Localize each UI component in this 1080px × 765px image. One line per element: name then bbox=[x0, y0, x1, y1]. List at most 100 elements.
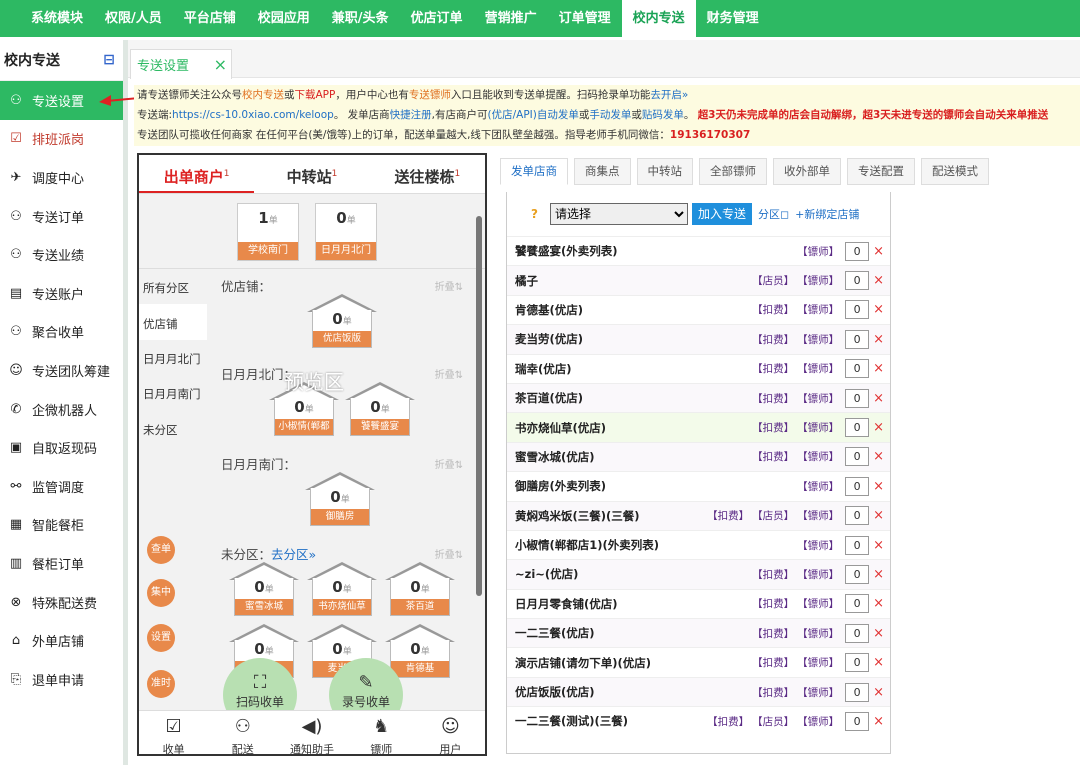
fold-toggle[interactable]: 折叠⇅ bbox=[435, 278, 463, 293]
shop-tag[interactable]: 【镖师】 bbox=[797, 714, 839, 729]
shop-house[interactable]: 0单 书亦烧仙草 bbox=[307, 562, 377, 618]
quantity-field[interactable]: 0 bbox=[845, 388, 870, 408]
settings-button[interactable]: 设置 bbox=[147, 624, 175, 652]
shop-tag[interactable]: 【扣费】 bbox=[752, 449, 794, 464]
delete-icon[interactable]: × bbox=[873, 626, 884, 641]
fold-toggle[interactable]: 折叠⇅ bbox=[435, 546, 463, 561]
right-tab[interactable]: 专送配置 bbox=[847, 158, 915, 185]
top-nav-item[interactable]: 营销推广 bbox=[474, 0, 548, 37]
link-enable[interactable]: 去开启» bbox=[650, 89, 688, 101]
delete-icon[interactable]: × bbox=[873, 479, 884, 494]
bottom-nav-item[interactable]: ☑ 收单 bbox=[139, 711, 208, 756]
sidebar-item[interactable]: ▦ 智能餐柜 bbox=[0, 506, 123, 545]
top-nav-item[interactable]: 系统模块 bbox=[20, 0, 94, 37]
quantity-field[interactable]: 0 bbox=[845, 564, 870, 584]
shop-house[interactable]: 0单 御膳房 bbox=[305, 472, 375, 528]
quantity-field[interactable]: 0 bbox=[845, 300, 870, 320]
shop-tag[interactable]: 【扣费】 bbox=[752, 391, 794, 406]
sidebar-item[interactable]: ⚇ 聚合收单 bbox=[0, 313, 123, 352]
top-nav-item[interactable]: 财务管理 bbox=[696, 0, 770, 37]
add-button[interactable]: 加入专送 bbox=[691, 203, 752, 225]
bottom-nav-item[interactable]: ♞ 镖师 bbox=[347, 711, 416, 756]
shop-tag[interactable]: 【镖师】 bbox=[797, 273, 839, 288]
delete-icon[interactable]: × bbox=[873, 714, 884, 729]
link-download-app[interactable]: 下载APP bbox=[295, 89, 336, 101]
sidebar-item[interactable]: ▥ 餐柜订单 bbox=[0, 544, 123, 583]
shop-tag[interactable]: 【店员】 bbox=[752, 273, 794, 288]
link-keloop[interactable]: https://cs-10.0xiao.com/keloop bbox=[172, 109, 334, 121]
collapse-icon[interactable]: ⊟ bbox=[103, 52, 115, 68]
shop-tag[interactable]: 【扣费】 bbox=[752, 626, 794, 641]
sidebar-item[interactable]: ⎘ 退单申请 bbox=[0, 660, 123, 699]
shop-tag[interactable]: 【镖师】 bbox=[797, 420, 839, 435]
delete-icon[interactable]: × bbox=[873, 273, 884, 288]
top-box-north-gate[interactable]: 0单 日月月北门 bbox=[315, 203, 377, 261]
quantity-field[interactable]: 0 bbox=[845, 447, 870, 467]
link-paste[interactable]: 贴码发单 bbox=[642, 109, 684, 121]
delete-icon[interactable]: × bbox=[873, 655, 884, 670]
sidebar-item[interactable]: ▤ 专送账户 bbox=[0, 274, 123, 313]
delete-icon[interactable]: × bbox=[873, 420, 884, 435]
shop-house[interactable]: 0单 优店饭版 bbox=[307, 294, 377, 350]
delete-icon[interactable]: × bbox=[873, 391, 884, 406]
goto-zone-link[interactable]: 去分区» bbox=[271, 547, 316, 562]
shop-tag[interactable]: 【扣费】 bbox=[752, 361, 794, 376]
bottom-nav-item[interactable]: ☺ 用户 bbox=[416, 711, 485, 756]
shop-tag[interactable]: 【扣费】 bbox=[707, 508, 749, 523]
shop-tag[interactable]: 【扣费】 bbox=[752, 332, 794, 347]
quantity-field[interactable]: 0 bbox=[845, 271, 870, 291]
shop-tag[interactable]: 【店员】 bbox=[752, 508, 794, 523]
right-tab[interactable]: 中转站 bbox=[636, 158, 693, 185]
delete-icon[interactable]: × bbox=[873, 596, 884, 611]
shop-tag[interactable]: 【扣费】 bbox=[752, 596, 794, 611]
quantity-field[interactable]: 0 bbox=[845, 682, 870, 702]
quantity-field[interactable]: 0 bbox=[845, 653, 870, 673]
quantity-field[interactable]: 0 bbox=[845, 418, 870, 438]
link-official-account[interactable]: 校内专送 bbox=[242, 89, 284, 101]
top-box-south-gate[interactable]: 1单 学校南门 bbox=[237, 203, 299, 261]
phone-tab[interactable]: 中转站1 bbox=[254, 155, 369, 193]
tab-settings[interactable]: 专送设置 × bbox=[130, 49, 232, 79]
quantity-field[interactable]: 0 bbox=[845, 623, 870, 643]
sidebar-item[interactable]: ✆ 企微机器人 bbox=[0, 390, 123, 429]
sidebar-item[interactable]: ▣ 自取返现码 bbox=[0, 428, 123, 467]
scrollbar[interactable] bbox=[476, 216, 482, 596]
sidebar-item[interactable]: ⊗ 特殊配送费 bbox=[0, 583, 123, 622]
side-north[interactable]: 日月月北门 bbox=[143, 351, 207, 367]
close-icon[interactable]: × bbox=[214, 55, 227, 74]
phone-tab[interactable]: 送往楼栋1 bbox=[370, 155, 485, 193]
shop-tag[interactable]: 【店员】 bbox=[752, 714, 794, 729]
shop-tag[interactable]: 【镖师】 bbox=[797, 596, 839, 611]
quantity-field[interactable]: 0 bbox=[845, 359, 870, 379]
ontime-button[interactable]: 准时 bbox=[147, 670, 175, 698]
delete-icon[interactable]: × bbox=[873, 449, 884, 464]
sidebar-item[interactable]: ✈ 调度中心 bbox=[0, 158, 123, 197]
link-register[interactable]: 快捷注册 bbox=[390, 109, 432, 121]
shop-tag[interactable]: 【扣费】 bbox=[707, 714, 749, 729]
delete-icon[interactable]: × bbox=[873, 361, 884, 376]
shop-tag[interactable]: 【镖师】 bbox=[797, 538, 839, 553]
side-none[interactable]: 未分区 bbox=[143, 422, 207, 438]
sidebar-item[interactable]: ☑ 排班派岗 bbox=[0, 120, 123, 159]
quantity-field[interactable]: 0 bbox=[845, 535, 870, 555]
help-icon[interactable]: ? bbox=[531, 207, 538, 221]
right-tab[interactable]: 收外部单 bbox=[773, 158, 841, 185]
shop-tag[interactable]: 【镖师】 bbox=[797, 567, 839, 582]
shop-tag[interactable]: 【镖师】 bbox=[797, 302, 839, 317]
delete-icon[interactable]: × bbox=[873, 302, 884, 317]
link-auto[interactable]: (优店/API)自动发单 bbox=[488, 109, 579, 121]
delete-icon[interactable]: × bbox=[873, 685, 884, 700]
link-manual[interactable]: 手动发单 bbox=[589, 109, 631, 121]
shop-tag[interactable]: 【镖师】 bbox=[797, 449, 839, 464]
shop-tag[interactable]: 【镖师】 bbox=[797, 479, 839, 494]
sidebar-item[interactable]: ⚇ 专送业绩 bbox=[0, 235, 123, 274]
delete-icon[interactable]: × bbox=[873, 332, 884, 347]
quantity-field[interactable]: 0 bbox=[845, 241, 870, 261]
shop-tag[interactable]: 【镖师】 bbox=[797, 361, 839, 376]
right-tab[interactable]: 配送模式 bbox=[921, 158, 989, 185]
shop-tag[interactable]: 【扣费】 bbox=[752, 567, 794, 582]
delete-icon[interactable]: × bbox=[873, 508, 884, 523]
sidebar-item[interactable]: ⌂ 外单店铺 bbox=[0, 621, 123, 660]
fold-toggle[interactable]: 折叠⇅ bbox=[435, 456, 463, 471]
shop-house[interactable]: 0单 蜜雪冰城 bbox=[229, 562, 299, 618]
